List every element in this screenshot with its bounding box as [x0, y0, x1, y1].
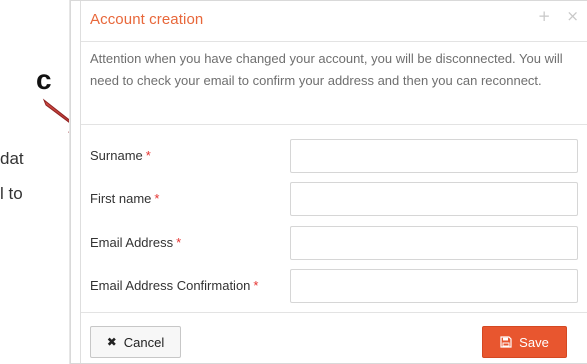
- first-name-input[interactable]: [290, 182, 578, 216]
- modal-body: Account creation + × Attention when you …: [80, 1, 587, 363]
- close-icon[interactable]: ×: [566, 9, 579, 24]
- required-marker: *: [253, 278, 259, 293]
- cancel-label: Cancel: [123, 334, 165, 350]
- email-address-row: Email Address *: [90, 226, 578, 260]
- required-marker: *: [154, 191, 160, 206]
- surname-label: Surname *: [90, 148, 151, 163]
- account-change-notice: Attention when you have changed your acc…: [90, 51, 563, 88]
- first-name-row: First name *: [90, 182, 578, 216]
- background-text-line-1: dat: [0, 149, 24, 168]
- first-name-label: First name *: [90, 191, 159, 206]
- save-button[interactable]: Save: [482, 326, 567, 358]
- email-address-label: Email Address *: [90, 235, 181, 250]
- required-marker: *: [176, 235, 182, 250]
- modal-header: Account creation + ×: [81, 1, 587, 42]
- first-name-label-text: First name: [90, 191, 152, 206]
- floppy-disk-icon: [500, 336, 512, 348]
- surname-row: Surname *: [90, 139, 578, 173]
- required-marker: *: [145, 148, 151, 163]
- x-icon: ✖: [106, 335, 117, 349]
- email-confirmation-label-text: Email Address Confirmation: [90, 278, 251, 293]
- surname-label-text: Surname: [90, 148, 143, 163]
- modal-title: Account creation: [90, 11, 204, 28]
- account-creation-modal: Account creation + × Attention when you …: [70, 0, 587, 364]
- page: c dat l to Account creation + × Attentio…: [0, 0, 587, 364]
- save-label: Save: [519, 334, 549, 350]
- cancel-button[interactable]: ✖ Cancel: [90, 326, 181, 358]
- modal-header-icons: + ×: [538, 9, 579, 24]
- email-address-label-text: Email Address: [90, 235, 174, 250]
- email-confirmation-row: Email Address Confirmation *: [90, 269, 578, 303]
- email-confirmation-label: Email Address Confirmation *: [90, 278, 258, 293]
- email-confirmation-input[interactable]: [290, 269, 578, 303]
- plus-icon[interactable]: +: [538, 9, 551, 24]
- form-bottom-divider: [81, 312, 587, 313]
- email-address-input[interactable]: [290, 226, 578, 260]
- form-top-divider: [81, 124, 587, 125]
- background-text-line-2: l to: [0, 184, 23, 203]
- surname-input[interactable]: [290, 139, 578, 173]
